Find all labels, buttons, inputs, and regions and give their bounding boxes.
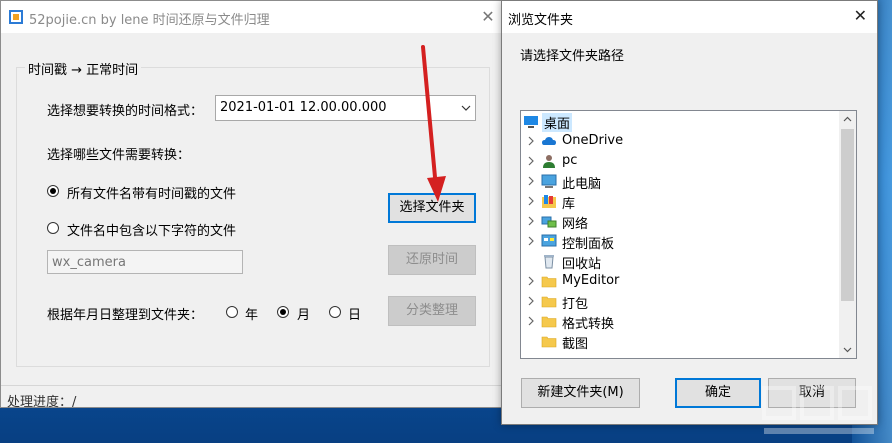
dialog-title-bar[interactable]: 浏览文件夹 ✕ — [502, 1, 877, 33]
which-files-label: 选择哪些文件需要转换： — [47, 148, 191, 163]
classify-button[interactable]: 分类整理 — [388, 296, 476, 326]
tree-item[interactable]: 桌面 — [521, 111, 841, 132]
chevron-right-icon[interactable] — [527, 216, 535, 226]
tree-item-label: 库 — [562, 197, 576, 212]
tree-item[interactable]: OneDrive — [521, 131, 841, 151]
chevron-down-icon — [461, 105, 471, 111]
radio-month[interactable] — [277, 306, 289, 318]
dialog-title: 浏览文件夹 — [508, 13, 574, 28]
cloud-icon — [542, 137, 556, 145]
radio-day[interactable] — [329, 306, 341, 318]
recycle-bin-icon — [544, 255, 554, 269]
time-format-dropdown[interactable]: 2021-01-01 12.00.00.000 — [215, 95, 476, 121]
tree-item-label: 回收站 — [562, 257, 602, 272]
app-icon — [9, 10, 23, 24]
scroll-down-icon[interactable] — [843, 345, 852, 354]
tree-item[interactable]: 格式转换 — [521, 311, 841, 332]
close-icon[interactable]: ✕ — [478, 7, 498, 27]
tree-item[interactable]: 回收站 — [521, 251, 841, 272]
radio-contains-chars[interactable] — [47, 222, 59, 234]
tree-item-label: 格式转换 — [562, 317, 615, 332]
tree-item-label: pc — [562, 153, 578, 168]
tree-item[interactable]: MyEditor — [521, 271, 841, 291]
radio-contains-chars-label[interactable]: 文件名中包含以下字符的文件 — [67, 220, 236, 239]
folder-icon — [541, 316, 557, 328]
radio-day-label[interactable]: 日 — [348, 304, 361, 323]
main-title-bar[interactable]: 52pojie.cn by lene 时间还原与文件归理 ✕ — [1, 1, 504, 33]
tree-item-label: 此电脑 — [562, 177, 602, 192]
new-folder-button[interactable]: 新建文件夹(M) — [521, 378, 640, 408]
tree-item[interactable]: 库 — [521, 191, 841, 212]
library-icon — [542, 195, 556, 208]
chevron-right-icon[interactable] — [527, 196, 535, 206]
restore-time-button[interactable]: 还原时间 — [388, 245, 476, 275]
time-format-value: 2021-01-01 12.00.00.000 — [220, 100, 387, 115]
folder-icon — [541, 336, 557, 348]
tree-item[interactable]: 打包 — [521, 291, 841, 312]
status-text: 处理进度：/ — [7, 395, 77, 410]
tree-item-label: OneDrive — [562, 133, 624, 148]
group-title: 时间戳 → 正常时间 — [25, 59, 142, 78]
scroll-up-icon[interactable] — [843, 115, 852, 124]
tree-item-label: 桌面 — [542, 113, 573, 132]
tree-item-label: MyEditor — [562, 273, 620, 288]
chevron-right-icon[interactable] — [527, 316, 535, 326]
folder-icon — [541, 296, 557, 308]
tree-item[interactable]: pc — [521, 151, 841, 171]
dialog-prompt: 请选择文件夹路径 — [520, 49, 625, 64]
radio-year[interactable] — [226, 306, 238, 318]
filter-chars-input[interactable] — [47, 250, 243, 274]
folder-tree[interactable]: 桌面 OneDrive pc 此电脑库网络控制面板回收站 MyEditor 打包格式转换截… — [520, 110, 857, 359]
tree-item[interactable]: 控制面板 — [521, 231, 841, 252]
tree-item[interactable]: 此电脑 — [521, 171, 841, 192]
folder-icon — [541, 276, 557, 288]
status-divider — [1, 385, 504, 386]
network-icon — [541, 216, 557, 228]
main-window: 52pojie.cn by lene 时间还原与文件归理 ✕ 时间戳 → 正常时… — [0, 0, 505, 410]
tree-item[interactable]: 网络 — [521, 211, 841, 232]
radio-all-files-label[interactable]: 所有文件名带有时间戳的文件 — [67, 183, 236, 202]
tree-scrollbar[interactable] — [839, 111, 856, 358]
tree-item-label: 控制面板 — [562, 237, 615, 252]
dialog-close-icon[interactable]: ✕ — [854, 6, 867, 25]
main-window-title: 52pojie.cn by lene 时间还原与文件归理 — [29, 13, 270, 28]
user-icon — [543, 155, 555, 168]
select-folder-button[interactable]: 选择文件夹 — [388, 193, 476, 223]
browse-folder-dialog: 浏览文件夹 ✕ 请选择文件夹路径 桌面 OneDrive pc 此电脑库网络控制面板回… — [501, 0, 878, 425]
chevron-right-icon[interactable] — [527, 276, 535, 286]
ok-button[interactable]: 确定 — [675, 378, 761, 408]
radio-month-label[interactable]: 月 — [297, 304, 310, 323]
chevron-right-icon[interactable] — [527, 156, 535, 166]
radio-all-files[interactable] — [47, 185, 59, 197]
organize-label: 根据年月日整理到文件夹： — [47, 308, 204, 323]
chevron-right-icon[interactable] — [527, 176, 535, 186]
tree-item-label: 截图 — [562, 337, 589, 352]
tree-item[interactable]: 截图 — [521, 331, 841, 352]
control-panel-icon — [541, 234, 557, 247]
desktop-icon — [524, 116, 538, 128]
chevron-right-icon[interactable] — [527, 296, 535, 306]
chevron-right-icon[interactable] — [527, 236, 535, 246]
scrollbar-thumb[interactable] — [841, 129, 854, 301]
radio-year-label[interactable]: 年 — [245, 304, 258, 323]
tree-item-label: 打包 — [562, 297, 589, 312]
format-label: 选择想要转换的时间格式： — [47, 104, 204, 119]
tree-item-label: 网络 — [562, 217, 589, 232]
computer-icon — [541, 174, 557, 188]
chevron-right-icon[interactable] — [527, 136, 535, 146]
watermark-logo — [762, 386, 874, 434]
